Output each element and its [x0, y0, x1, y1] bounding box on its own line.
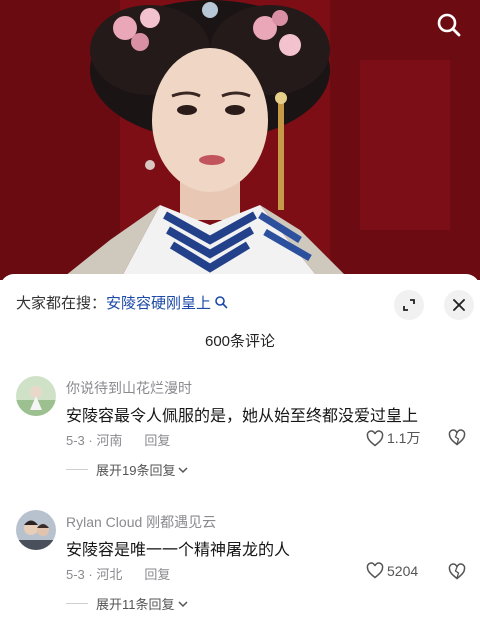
search-icon [437, 13, 461, 37]
comment-meta: 5-3 · 河北 回复 [66, 564, 170, 583]
comment-count: 600条评论 [204, 333, 276, 350]
comment-author[interactable]: 你说待到山花烂漫时 [66, 378, 192, 398]
heart-icon [366, 429, 384, 446]
like-button[interactable]: 5204 [366, 562, 418, 579]
heart-icon [366, 562, 384, 579]
avatar[interactable] [16, 510, 56, 550]
expand-replies-button[interactable]: 展开11条回复 [66, 594, 188, 613]
reply-button[interactable]: 回复 [144, 430, 170, 449]
comment-author[interactable]: Rylan Cloud 刚都遇见云 [66, 512, 216, 532]
suggested-search-prefix: 大家都在搜： [16, 294, 107, 312]
search-icon [214, 295, 228, 309]
search-button[interactable] [436, 12, 468, 44]
broken-heart-icon [448, 563, 466, 580]
suggested-search[interactable]: 大家都在搜： 安陵容硬刚皇上 [16, 290, 228, 314]
divider [66, 603, 88, 604]
like-count: 1.1万 [387, 430, 421, 446]
comment-text: 安陵容是唯一一个精神屠龙的人 [66, 542, 291, 559]
comment-date-location: 5-3 · 河北 [66, 567, 123, 582]
comment-meta: 5-3 · 河南 回复 [66, 430, 170, 449]
dislike-button[interactable] [448, 429, 466, 451]
close-button[interactable] [444, 290, 474, 320]
suggested-search-query[interactable]: 安陵容硬刚皇上 [106, 292, 211, 313]
video-player[interactable] [0, 0, 480, 280]
comment-date-location: 5-3 · 河南 [66, 433, 123, 448]
video-frame [0, 0, 480, 280]
expand-replies-label: 展开19条回复 [96, 463, 176, 478]
chevron-down-icon [178, 466, 188, 474]
dislike-button[interactable] [448, 563, 466, 585]
expand-icon [403, 299, 415, 311]
chevron-down-icon [177, 600, 188, 608]
comment-text: 安陵容最令人佩服的是，她从始至终都没爱过皇上 [66, 408, 419, 425]
reply-button[interactable]: 回复 [144, 564, 170, 583]
close-icon [453, 299, 465, 311]
comment-sheet: 大家都在搜： 安陵容硬刚皇上 600条评论 你说待到山花烂漫时 安陵容最令人佩服… [0, 274, 480, 640]
like-button[interactable]: 1.1万 [366, 428, 420, 448]
avatar[interactable] [16, 376, 56, 416]
expand-replies-button[interactable]: 展开19条回复 [66, 460, 188, 479]
expand-replies-label: 展开11条回复 [96, 597, 175, 612]
broken-heart-icon [448, 429, 466, 446]
divider [66, 469, 88, 470]
fullscreen-button[interactable] [394, 290, 424, 320]
like-count: 5204 [387, 562, 419, 579]
